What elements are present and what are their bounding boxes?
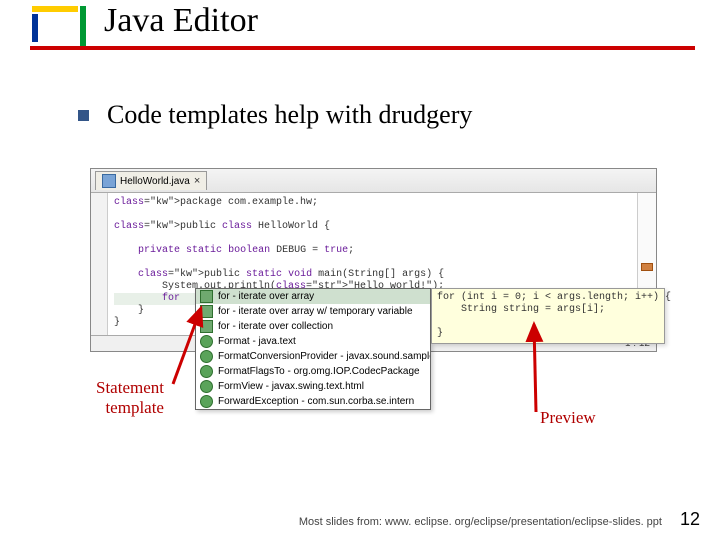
template-item[interactable]: FormView - javax.swing.text.html: [196, 379, 430, 394]
editor-gutter: [91, 193, 108, 335]
close-icon[interactable]: ×: [194, 175, 200, 187]
template-item[interactable]: Format - java.text: [196, 334, 430, 349]
editor-tabbar: HelloWorld.java ×: [91, 169, 656, 193]
template-preview: for (int i = 0; i < args.length; i++) { …: [431, 288, 665, 344]
accent-orange: [32, 6, 78, 12]
template-item-label: ForwardException - com.sun.corba.se.inte…: [218, 396, 414, 407]
class-icon: [200, 380, 213, 393]
template-item-label: Format - java.text: [218, 336, 296, 347]
slide-footer: Most slides from: www. eclipse. org/ecli…: [0, 509, 720, 530]
template-item-label: FormView - javax.swing.text.html: [218, 381, 364, 392]
accent-blue: [32, 14, 38, 42]
editor-tab[interactable]: HelloWorld.java ×: [95, 171, 207, 190]
class-icon: [200, 350, 213, 363]
template-popup[interactable]: for - iterate over array for - iterate ov…: [195, 288, 431, 410]
callout-statement: Statement template: [96, 378, 164, 418]
template-item[interactable]: for - iterate over collection: [196, 319, 430, 334]
class-icon: [200, 365, 213, 378]
callout-preview: Preview: [540, 408, 596, 428]
template-icon: [200, 305, 213, 318]
template-item[interactable]: for - iterate over array w/ temporary va…: [196, 304, 430, 319]
class-icon: [200, 335, 213, 348]
template-item-label: for - iterate over array: [218, 291, 314, 302]
slide-title: Java Editor: [104, 2, 258, 40]
class-icon: [200, 395, 213, 408]
template-item[interactable]: FormatConversionProvider - javax.sound.s…: [196, 349, 430, 364]
overview-marker-icon: [641, 263, 653, 271]
editor-tab-label: HelloWorld.java: [120, 176, 190, 187]
page-number: 12: [680, 509, 700, 530]
template-item-label: FormatConversionProvider - javax.sound.s…: [218, 351, 430, 362]
template-icon: [200, 320, 213, 333]
footer-credit: Most slides from: www. eclipse. org/ecli…: [299, 516, 662, 528]
bullet-row: Code templates help with drudgery: [78, 100, 472, 130]
template-item-label: FormatFlagsTo - org.omg.IOP.CodecPackage: [218, 366, 420, 377]
template-item[interactable]: ForwardException - com.sun.corba.se.inte…: [196, 394, 430, 409]
accent-underline: [30, 46, 695, 50]
template-item[interactable]: FormatFlagsTo - org.omg.IOP.CodecPackage: [196, 364, 430, 379]
bullet-text: Code templates help with drudgery: [107, 100, 472, 130]
template-item[interactable]: for - iterate over array: [196, 289, 430, 304]
template-icon: [200, 290, 213, 303]
accent-green: [80, 6, 86, 50]
bullet-icon: [78, 110, 89, 121]
template-item-label: for - iterate over array w/ temporary va…: [218, 306, 413, 317]
java-file-icon: [102, 174, 116, 188]
template-item-label: for - iterate over collection: [218, 321, 333, 332]
